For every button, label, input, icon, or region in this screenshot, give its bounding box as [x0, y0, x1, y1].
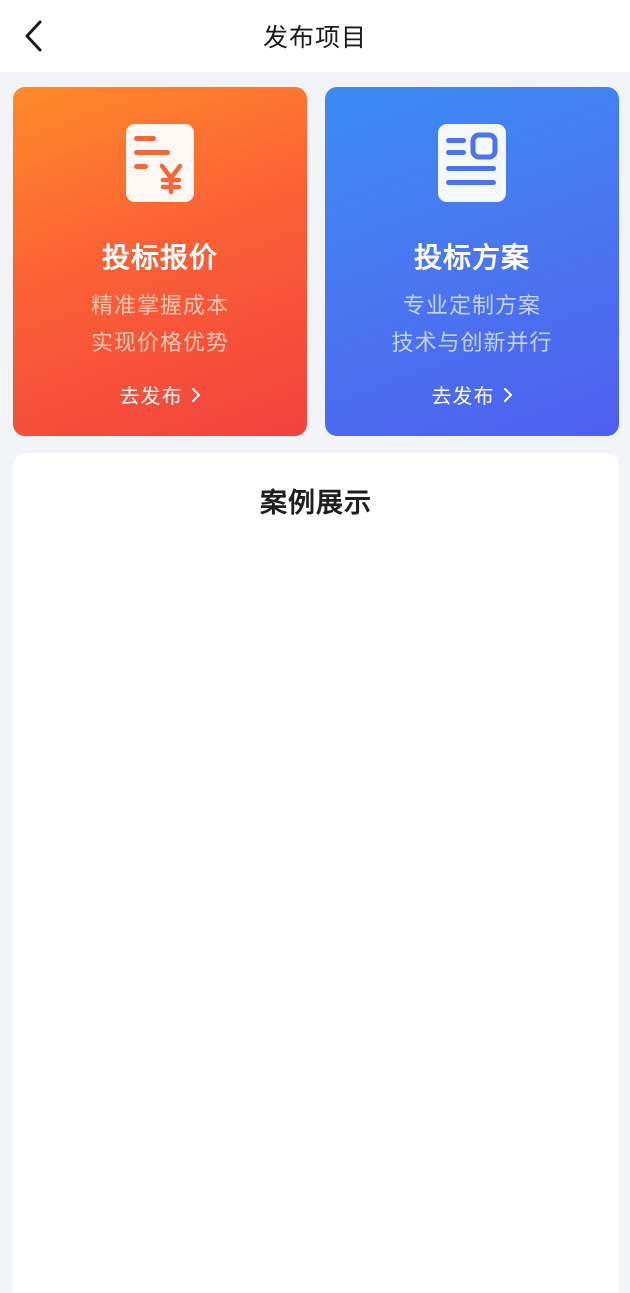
back-button[interactable] — [14, 16, 54, 56]
card-title: 投标方案 — [413, 241, 530, 274]
bid-plan-card[interactable]: 投标方案 专业定制方案 技术与创新并行 去发布 — [325, 87, 619, 436]
cases-panel: 案例展示 — [13, 453, 619, 1293]
cases-title: 案例展示 — [260, 488, 372, 519]
card-description-line: 精准掌握成本 — [90, 294, 229, 319]
plan-document-icon — [438, 124, 506, 202]
card-description-line: 技术与创新并行 — [391, 331, 553, 356]
publish-label: 去发布 — [119, 384, 183, 408]
chevron-right-icon — [191, 387, 200, 402]
card-description-line: 专业定制方案 — [402, 294, 541, 319]
page-title: 发布项目 — [262, 23, 367, 52]
chevron-left-icon — [25, 20, 42, 52]
chevron-right-icon — [503, 387, 512, 402]
card-description-line: 实现价格优势 — [90, 331, 229, 356]
card-title: 投标报价 — [101, 241, 218, 274]
price-document-icon — [126, 124, 194, 202]
publish-plan-link[interactable]: 去发布 — [432, 380, 513, 409]
nav-bar: 发布项目 — [0, 0, 630, 72]
publish-quote-link[interactable]: 去发布 — [120, 380, 201, 409]
bid-quote-card[interactable]: 投标报价 精准掌握成本 实现价格优势 去发布 — [13, 87, 307, 436]
publish-label: 去发布 — [431, 384, 495, 408]
